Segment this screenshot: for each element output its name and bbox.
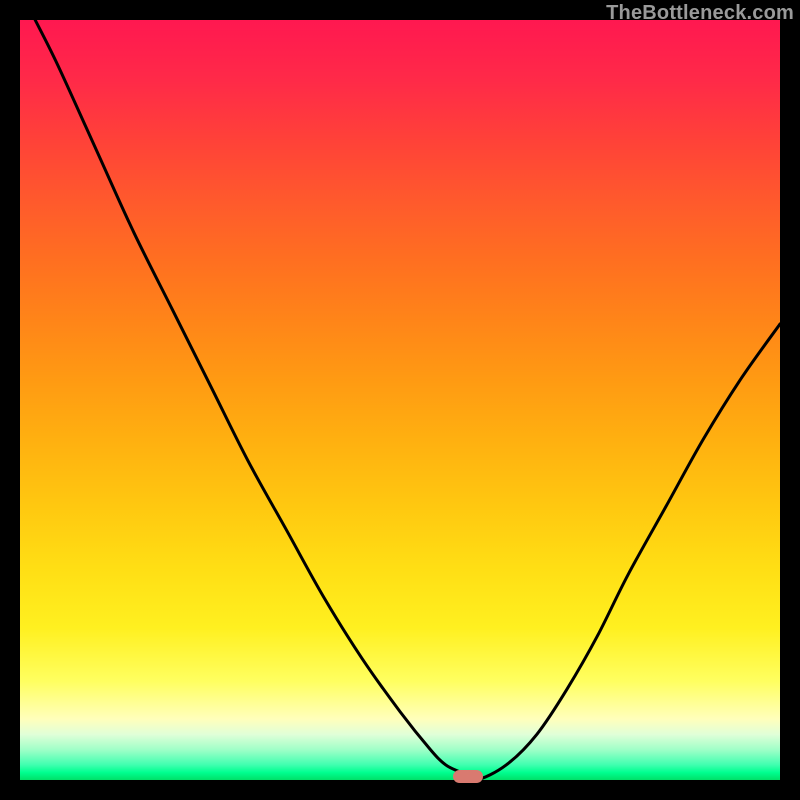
minimum-marker (453, 770, 483, 783)
bottleneck-curve (20, 20, 780, 780)
watermark-text: TheBottleneck.com (606, 2, 794, 25)
chart-container: TheBottleneck.com (0, 0, 800, 800)
plot-area (20, 20, 780, 780)
